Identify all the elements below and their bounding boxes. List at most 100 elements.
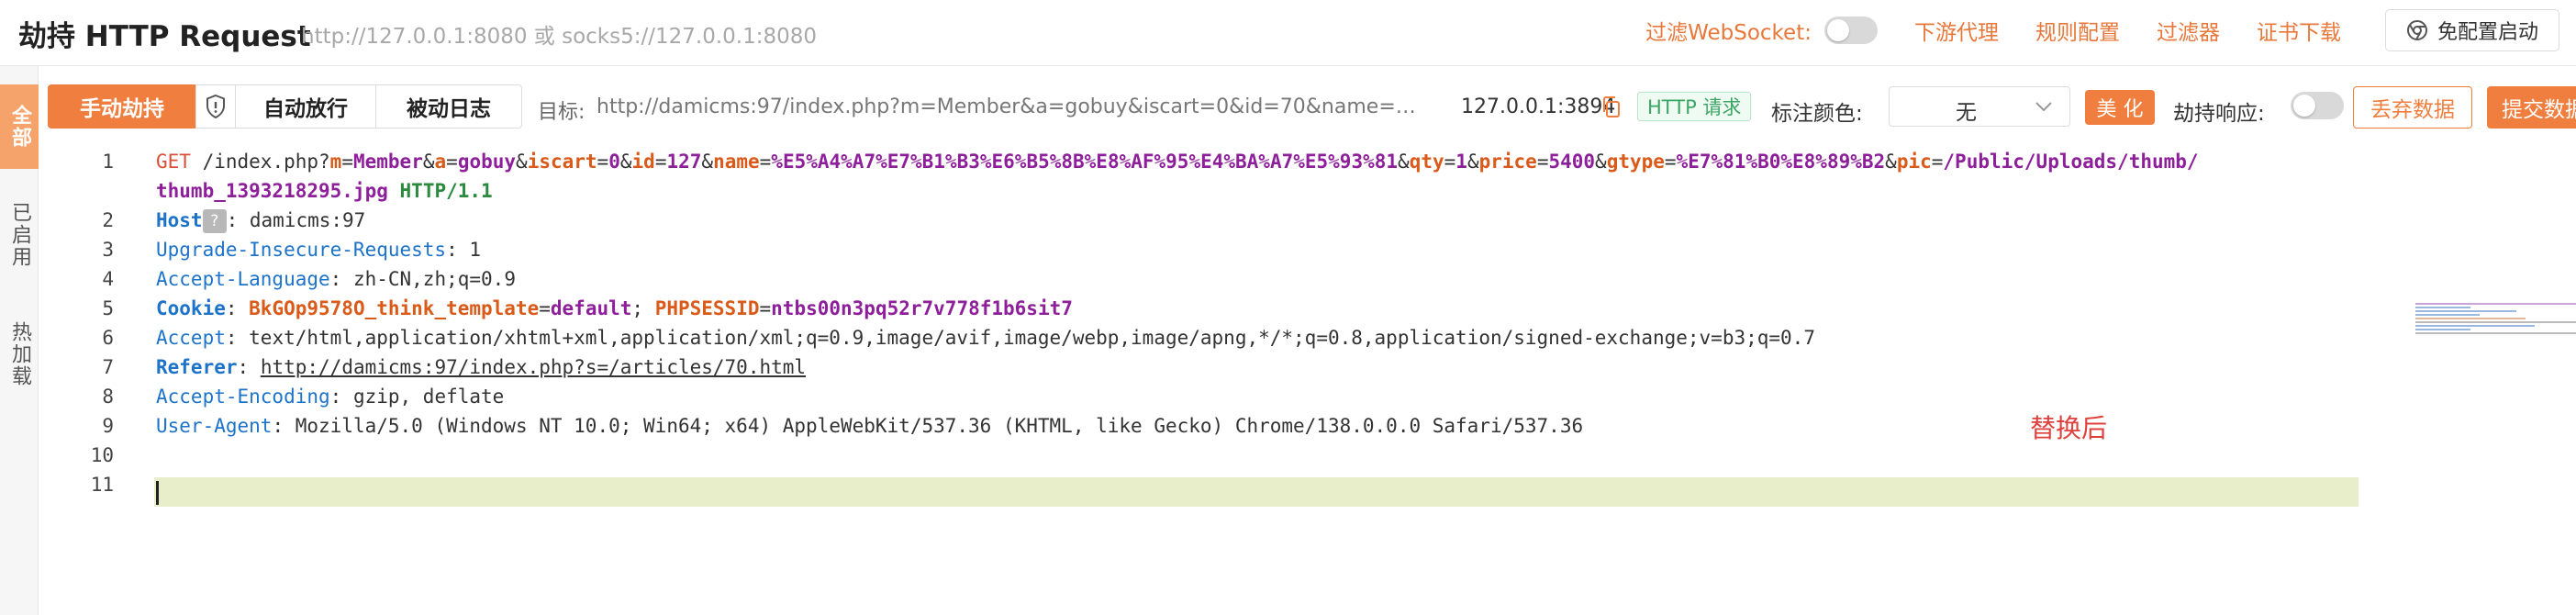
request-editor[interactable]: 1 2 3 4 5 6 7 8 9 10 11 GET /index.php?m… xyxy=(48,147,2576,615)
mark-color-label: 标注颜色: xyxy=(1771,102,1863,126)
line-number: 4 xyxy=(102,268,114,290)
http-method: GET xyxy=(156,151,191,173)
header-key: User-Agent xyxy=(156,415,273,437)
tab-all[interactable]: 全部 xyxy=(0,84,39,169)
config-free-startup-button[interactable]: 免配置启动 xyxy=(2384,9,2559,51)
hijack-toolbar: 手动劫持 自动放行 被动日志 目标: http://damicms:97/ind… xyxy=(48,84,2576,132)
param-value: 5400 xyxy=(1548,151,1596,173)
downstream-proxy-link[interactable]: 下游代理 xyxy=(1914,15,1999,46)
header-value: text/html,application/xhtml+xml,applicat… xyxy=(249,327,1815,349)
param-key: price xyxy=(1478,151,1537,173)
param-equals: = xyxy=(446,151,458,173)
chrome-icon xyxy=(2406,20,2427,40)
shield-button[interactable] xyxy=(195,84,236,129)
param-key: pic xyxy=(1896,151,1932,173)
proxy-address-hint: http://127.0.0.1:8080 或 socks5://127.0.0… xyxy=(301,25,817,49)
param-value: /Public/Uploads/thumb/ xyxy=(1943,151,2199,173)
param-separator: & xyxy=(516,151,528,173)
param-key: m xyxy=(329,151,342,173)
header-host: Host?: damicms:97 xyxy=(156,209,366,233)
target-url: http://damicms:97/index.php?m=Member&a=g… xyxy=(597,95,1432,118)
line-number: 1 xyxy=(102,151,114,173)
line-number: 9 xyxy=(102,415,114,437)
toggle-knob xyxy=(2293,95,2315,117)
header-referer: Referer: http://damicms:97/index.php?s=/… xyxy=(156,356,807,378)
header-key: Accept xyxy=(156,327,226,349)
line-number: 11 xyxy=(90,474,114,496)
header-user-agent: User-Agent: Mozilla/5.0 (Windows NT 10.0… xyxy=(156,415,1584,437)
param-value: gobuy xyxy=(457,151,517,173)
param-separator: & xyxy=(1398,151,1410,173)
editor-minimap[interactable] xyxy=(2415,303,2576,358)
shield-icon xyxy=(206,94,225,119)
line-number: 8 xyxy=(102,386,114,408)
cookie-value: default xyxy=(550,297,632,319)
filter-websocket-toggle[interactable] xyxy=(1823,17,1878,44)
param-key: id xyxy=(631,151,655,173)
passive-log-button[interactable]: 被动日志 xyxy=(375,84,522,129)
header-value: zh-CN,zh;q=0.9 xyxy=(352,268,516,290)
header-key: Referer xyxy=(156,356,238,378)
mark-color-select[interactable]: 无 xyxy=(1889,86,2070,127)
line-number: 2 xyxy=(102,209,114,231)
header-key: Cookie xyxy=(156,297,226,319)
header-key: Accept-Encoding xyxy=(156,386,330,408)
client-address: 127.0.0.1:3894 xyxy=(1461,95,1616,118)
filter-websocket-label: 过滤WebSocket: xyxy=(1645,21,1812,45)
replace-note: 替换后 xyxy=(2030,413,2108,443)
param-value: 0 xyxy=(608,151,620,173)
startup-button-label: 免配置启动 xyxy=(2437,21,2538,44)
line-number: 7 xyxy=(102,356,114,378)
tab-enabled[interactable]: 已启用 xyxy=(0,182,39,288)
active-line-highlight xyxy=(154,477,2359,507)
param-equals: = xyxy=(654,151,667,173)
discard-data-button[interactable]: 丢弃数据 xyxy=(2353,86,2472,129)
param-equals: = xyxy=(1931,151,1944,173)
copy-icon[interactable] xyxy=(1600,95,1623,119)
param-key: qty xyxy=(1409,151,1444,173)
beautify-button[interactable]: 美 化 xyxy=(2085,90,2155,125)
rules-config-link[interactable]: 规则配置 xyxy=(2035,15,2120,46)
auto-release-button[interactable]: 自动放行 xyxy=(235,84,376,129)
param-equals: = xyxy=(1664,151,1677,173)
param-separator: & xyxy=(1595,151,1607,173)
header-accept-encoding: Accept-Encoding: gzip, deflate xyxy=(156,386,505,408)
param-separator: & xyxy=(701,151,714,173)
cert-download-link[interactable]: 证书下载 xyxy=(2257,15,2341,46)
request-path: /index.php? xyxy=(202,151,330,173)
cookie-key: PHPSESSID xyxy=(654,297,760,319)
param-value: %E7%81%B0%E8%89%B2 xyxy=(1676,151,1886,173)
mark-color-value: 无 xyxy=(1956,101,1977,125)
param-equals: = xyxy=(597,151,609,173)
filter-link[interactable]: 过滤器 xyxy=(2157,15,2220,46)
param-equals: = xyxy=(341,151,353,173)
param-key: iscart xyxy=(527,151,597,173)
param-key: name xyxy=(713,151,760,173)
referer-link[interactable]: http://damicms:97/index.php?s=/articles/… xyxy=(261,356,806,378)
param-value: Member xyxy=(352,151,423,173)
toggle-knob xyxy=(1826,19,1849,41)
header-accept: Accept: text/html,application/xhtml+xml,… xyxy=(156,327,1815,349)
header-value: damicms:97 xyxy=(249,209,366,231)
header-accept-language: Accept-Language: zh-CN,zh;q=0.9 xyxy=(156,268,516,290)
param-equals: = xyxy=(1536,151,1549,173)
header-key: Accept-Language xyxy=(156,268,330,290)
param-value: 1 xyxy=(1455,151,1467,173)
manual-hijack-button[interactable]: 手动劫持 xyxy=(48,84,196,129)
header-value: 1 xyxy=(469,239,482,261)
tab-hot-load[interactable]: 热加载 xyxy=(0,301,39,408)
hijack-response-label: 劫持响应: xyxy=(2173,102,2265,126)
submit-data-button[interactable]: 提交数据 xyxy=(2487,86,2576,129)
param-equals: = xyxy=(1444,151,1456,173)
line-number: 10 xyxy=(90,444,114,466)
page-title: 劫持 HTTP Request xyxy=(18,20,311,53)
hijack-response-toggle[interactable] xyxy=(2291,92,2344,119)
query-params: m=Member&a=gobuy&iscart=0&id=127&name=%E… xyxy=(330,151,2199,173)
help-badge[interactable]: ? xyxy=(202,209,227,233)
http-version: HTTP/1.1 xyxy=(399,180,493,202)
param-separator: & xyxy=(1885,151,1897,173)
param-separator: & xyxy=(422,151,435,173)
header-actions: 过滤WebSocket: 下游代理 规则配置 过滤器 证书下载 免配置启动 xyxy=(1645,0,2559,61)
line-number: 5 xyxy=(102,297,114,319)
header-cookie: Cookie: BkGOp9578O_think_template=defaul… xyxy=(156,297,1073,319)
